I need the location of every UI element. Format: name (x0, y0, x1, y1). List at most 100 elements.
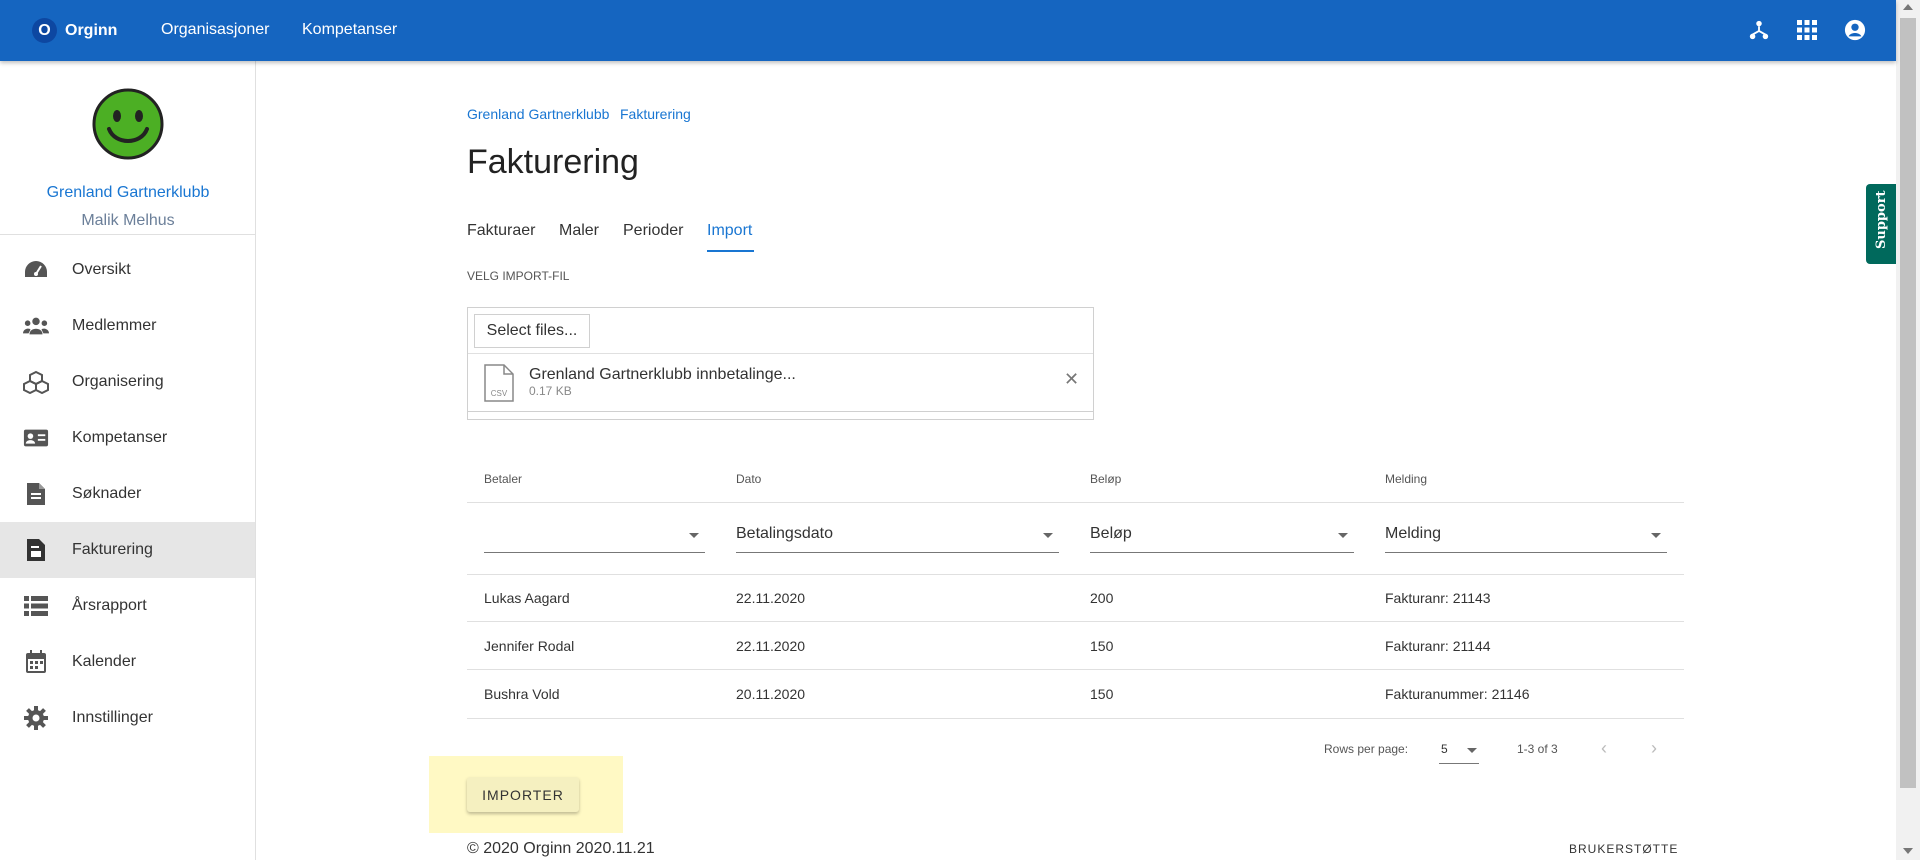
tab-perioder[interactable]: Perioder (623, 222, 683, 240)
apps-grid-icon[interactable] (1795, 18, 1819, 42)
csv-file-type-label: CSV (491, 389, 508, 398)
cell-melding: Fakturanr: 21144 (1385, 638, 1491, 654)
sidebar-item-medlemmer[interactable]: Medlemmer (0, 302, 255, 350)
sidebar-item-kalender[interactable]: Kalender (0, 638, 255, 686)
footer-support-link[interactable]: BRUKERSTØTTE (1569, 842, 1678, 856)
column-header-betaler: Betaler (484, 472, 523, 486)
file-upload: Select files... CSV Grenland Gartnerklub… (467, 307, 1094, 420)
org-avatar (91, 87, 165, 161)
next-page-icon[interactable]: › (1651, 738, 1657, 759)
page-title: Fakturering (467, 143, 639, 181)
speedometer-icon (23, 257, 49, 283)
dropdown-arrow-icon (689, 533, 699, 538)
dropdown-arrow-icon (1043, 533, 1053, 538)
brand-name: Orginn (65, 21, 118, 39)
tab-fakturaer[interactable]: Fakturaer (467, 222, 535, 240)
sidebar-item-label: Oversikt (72, 261, 131, 278)
csv-file-icon: CSV (484, 364, 514, 402)
sidebar-item-arsrapport[interactable]: Årsrapport (0, 582, 255, 630)
sidebar-user-name: Malik Melhus (81, 212, 175, 229)
id-card-icon (23, 425, 49, 451)
uploaded-file-size: 0.17 KB (529, 384, 572, 398)
cell-belop: 200 (1090, 590, 1114, 606)
sidebar-item-organisering[interactable]: Organisering (0, 358, 255, 406)
upload-bottom-border (468, 411, 1093, 412)
mapping-select-betaler[interactable] (484, 515, 705, 553)
table-divider (467, 621, 1684, 622)
sidebar-item-label: Kalender (72, 653, 137, 670)
page-scrollbar[interactable] (1896, 0, 1920, 860)
rows-per-page-value: 5 (1441, 742, 1448, 756)
top-app-bar: O Orginn Organisasjoner Kompetanser (0, 0, 1896, 61)
sidebar-org-name[interactable]: Grenland Gartnerklubb (0, 184, 256, 202)
sidebar-item-kompetanser[interactable]: Kompetanser (0, 414, 255, 462)
cell-betaler: Lukas Aagard (484, 590, 570, 606)
breadcrumb-fakturering[interactable]: Fakturering (620, 106, 691, 122)
sidebar-item-label: Kompetanser (72, 429, 168, 446)
pagination-range: 1-3 of 3 (1517, 742, 1558, 756)
sidebar-item-fakturering[interactable]: Fakturering (0, 522, 255, 578)
table-divider (467, 574, 1684, 575)
gear-icon (23, 705, 49, 731)
active-tab-indicator (707, 250, 754, 252)
cell-dato: 22.11.2020 (736, 590, 806, 606)
footer-copyright: © 2020 Orginn 2020.11.21 (467, 840, 655, 857)
cell-melding: Fakturanummer: 21146 (1385, 686, 1530, 702)
hierarchy-icon[interactable] (1747, 18, 1771, 42)
sidebar-item-label: Organisering (72, 373, 164, 390)
dropdown-arrow-icon (1338, 533, 1348, 538)
sidebar-divider (0, 234, 256, 235)
table-divider (467, 718, 1684, 719)
sidebar: Grenland Gartnerklubb Malik Melhus Overs… (0, 61, 256, 860)
mapping-select-value: Betalingsdato (736, 525, 833, 542)
list-icon (23, 593, 49, 619)
select-files-button[interactable]: Select files... (474, 314, 590, 348)
upload-divider (468, 353, 1093, 354)
import-button[interactable]: IMPORTER (467, 777, 579, 812)
sidebar-item-innstillinger[interactable]: Innstillinger (0, 694, 255, 742)
cell-belop: 150 (1090, 638, 1114, 654)
calendar-icon (23, 649, 49, 675)
invoice-icon (23, 537, 49, 563)
cell-betaler: Bushra Vold (484, 686, 560, 702)
sidebar-item-label: Innstillinger (72, 709, 153, 726)
account-circle-icon[interactable] (1843, 18, 1867, 42)
scroll-down-arrow-icon[interactable] (1903, 848, 1913, 854)
scrollbar-thumb[interactable] (1900, 18, 1916, 788)
cell-melding: Fakturanr: 21143 (1385, 590, 1491, 606)
remove-file-icon[interactable]: ✕ (1064, 369, 1079, 390)
mapping-select-value: Beløp (1090, 525, 1132, 542)
cell-belop: 150 (1090, 686, 1114, 702)
scroll-up-arrow-icon[interactable] (1903, 4, 1913, 10)
table-divider (467, 669, 1684, 670)
rows-per-page-select[interactable]: 5 (1439, 736, 1479, 764)
column-header-belop: Beløp (1090, 472, 1122, 486)
tab-maler[interactable]: Maler (559, 222, 599, 240)
sidebar-item-label: Medlemmer (72, 317, 157, 334)
sidebar-item-label: Årsrapport (72, 597, 147, 614)
smiley-icon (92, 88, 164, 160)
support-tab-label: Support (1874, 190, 1889, 249)
nav-link-kompetanser[interactable]: Kompetanser (302, 21, 397, 39)
sidebar-item-label: Fakturering (72, 541, 153, 558)
sidebar-item-oversikt[interactable]: Oversikt (0, 246, 255, 294)
mapping-select-melding[interactable]: Melding (1385, 515, 1667, 553)
cell-dato: 22.11.2020 (736, 638, 806, 654)
previous-page-icon[interactable]: ‹ (1601, 738, 1607, 759)
breadcrumb-org[interactable]: Grenland Gartnerklubb (467, 106, 609, 122)
sidebar-item-soknader[interactable]: Søknader (0, 470, 255, 518)
column-header-dato: Dato (736, 472, 762, 486)
import-section-label: VELG IMPORT-FIL (467, 269, 570, 283)
brand[interactable]: O Orginn (32, 18, 117, 43)
orginn-logo-icon: O (32, 18, 57, 43)
mapping-select-dato[interactable]: Betalingsdato (736, 515, 1059, 553)
cubes-icon (23, 369, 49, 395)
cell-dato: 20.11.2020 (736, 686, 806, 702)
cell-betaler: Jennifer Rodal (484, 638, 575, 654)
uploaded-file-name: Grenland Gartnerklubb innbetalinge... (529, 366, 796, 383)
nav-link-organisasjoner[interactable]: Organisasjoner (161, 21, 270, 39)
mapping-select-belop[interactable]: Beløp (1090, 515, 1354, 553)
sidebar-item-label: Søknader (72, 485, 142, 502)
dropdown-arrow-icon (1651, 533, 1661, 538)
tab-import[interactable]: Import (707, 222, 752, 240)
